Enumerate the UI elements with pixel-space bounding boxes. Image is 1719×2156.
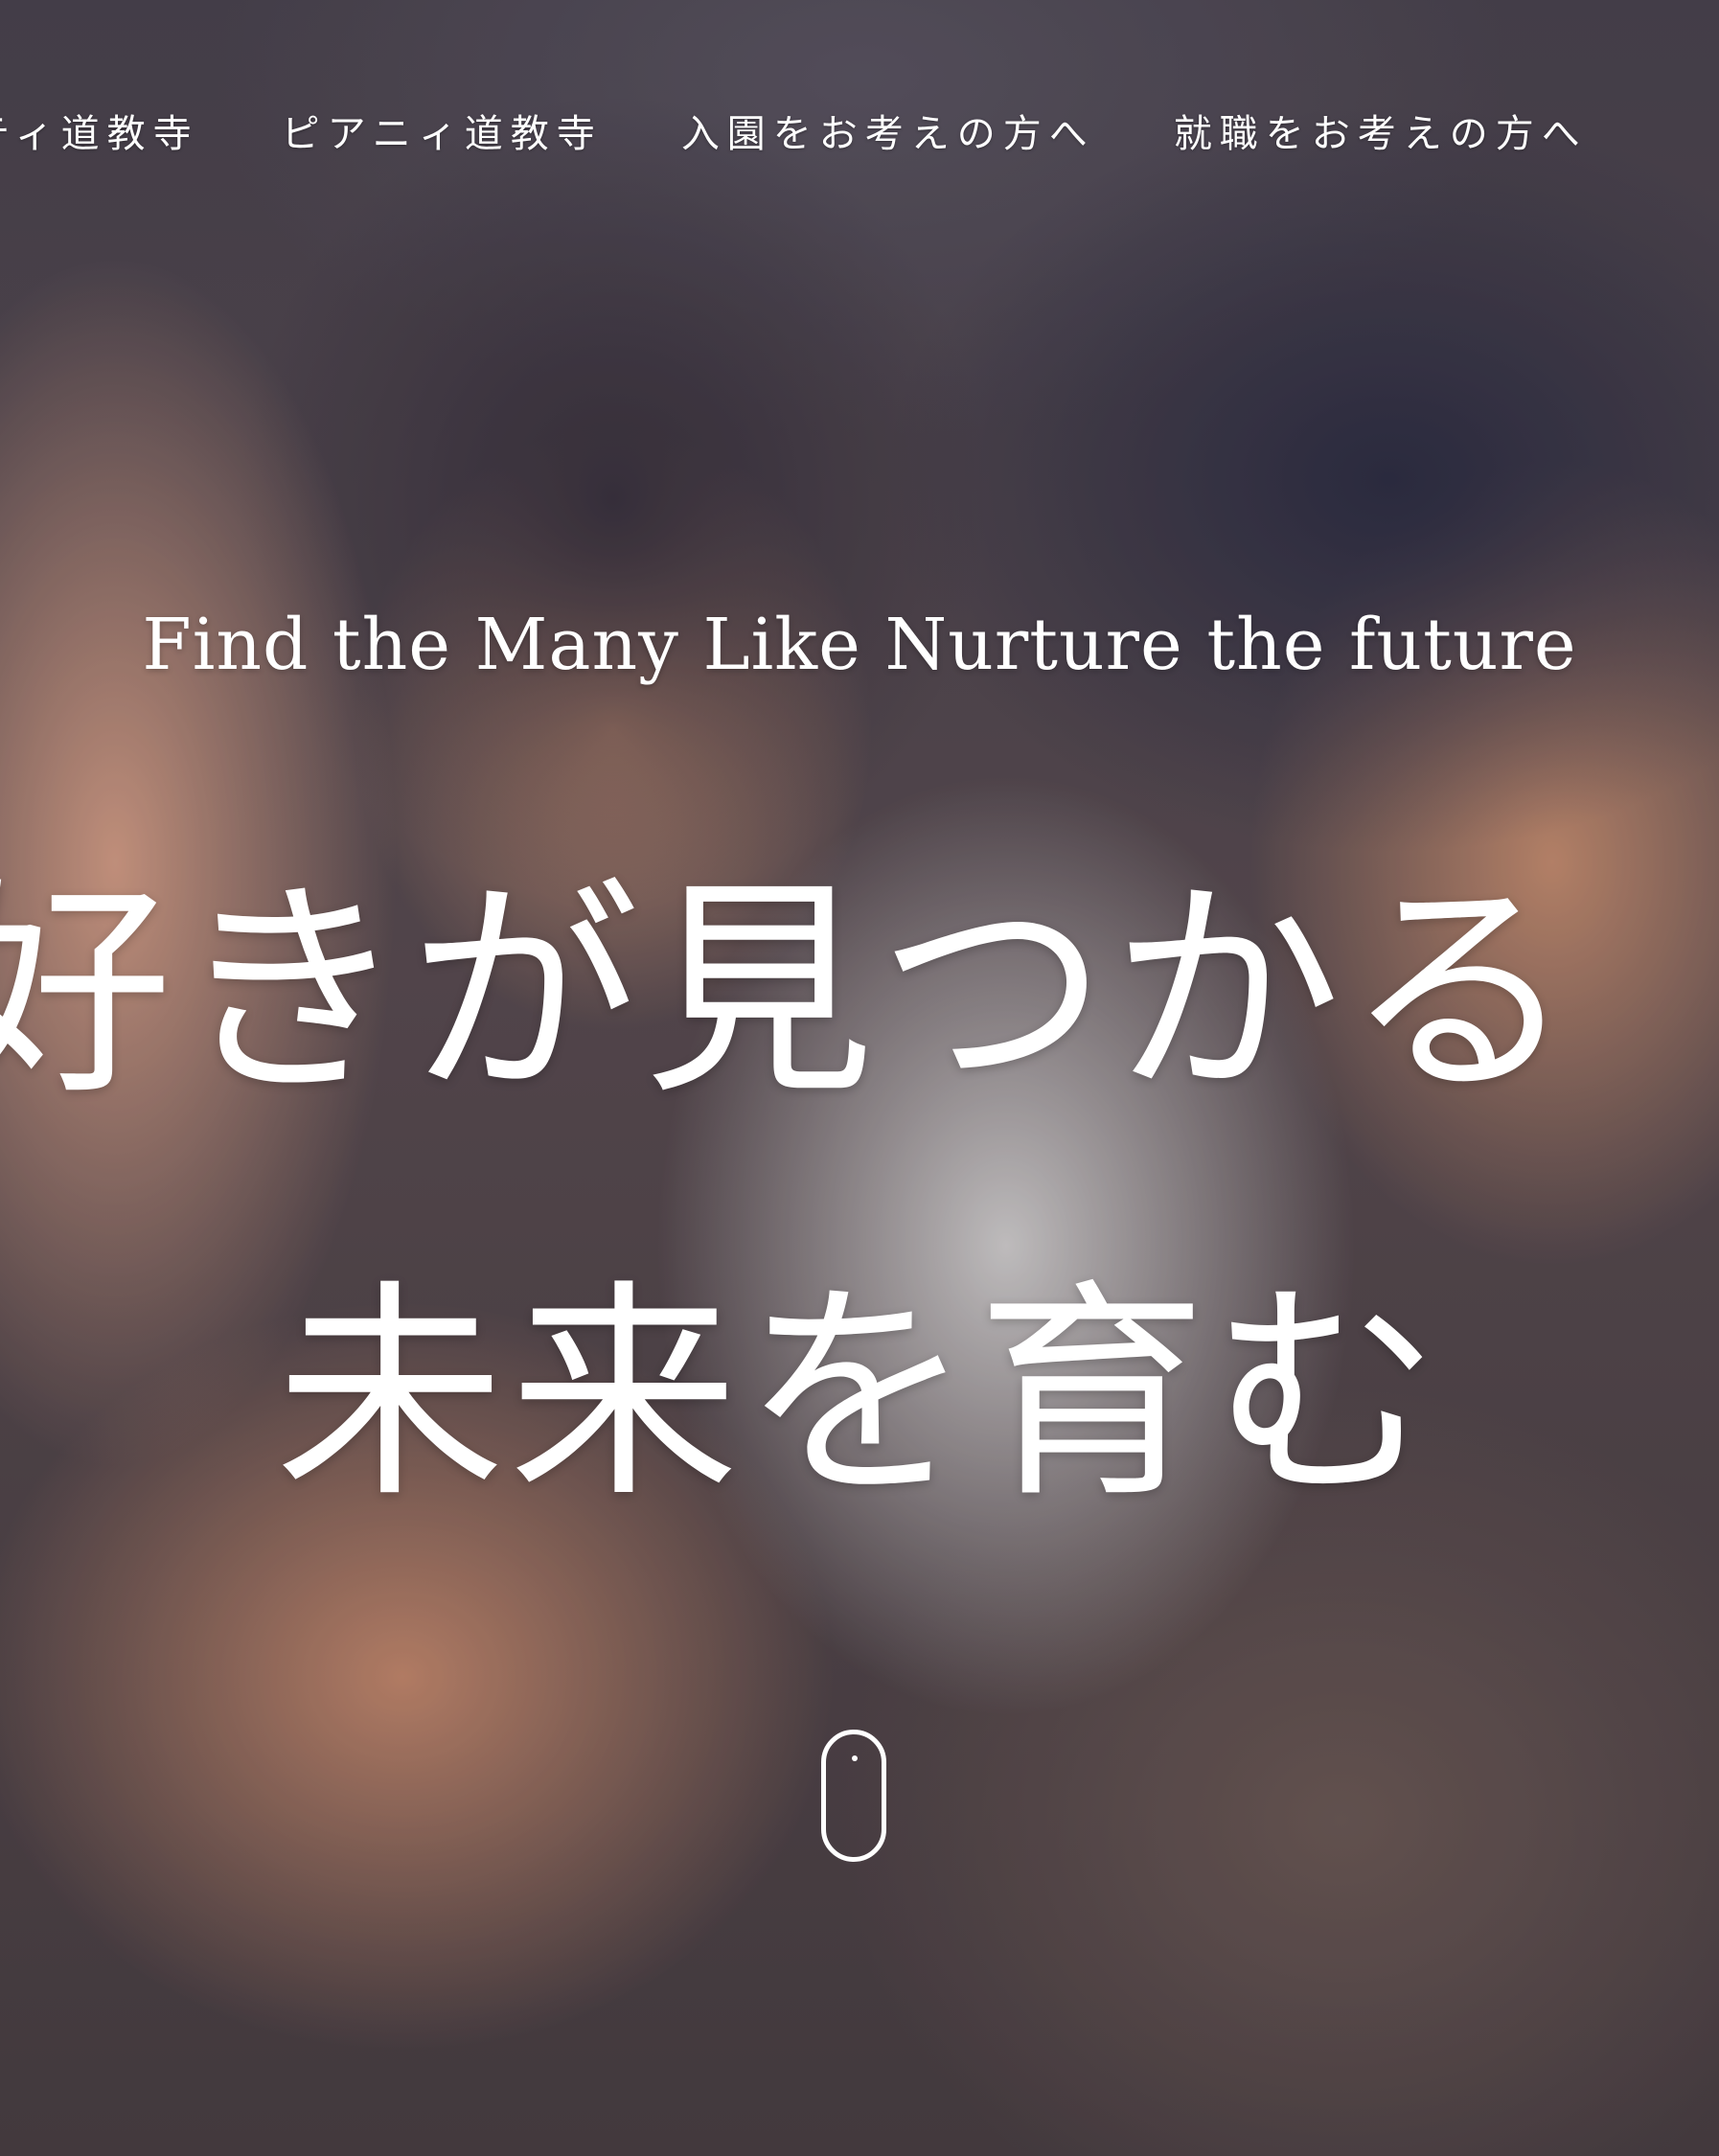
hero-tagline: Find the Many Like Nurture the future [142,604,1577,686]
nav-link-admission[interactable]: 入園をお考えの方へ [681,105,1095,163]
nav-link-piany-temple[interactable]: ピアニィ道教寺 [282,105,603,163]
nav-link-recruitment[interactable]: 就職をお考えの方へ [1174,105,1588,163]
mouse-scroll-icon[interactable] [821,1730,886,1862]
scroll-wheel-dot [852,1755,858,1761]
hero-headline-line-2: 未来を育む [274,1260,1444,1528]
top-navigation: ティ道教寺 ピアニィ道教寺 入園をお考えの方へ 就職をお考えの方へ [0,105,1666,163]
nav-link-temple-1[interactable]: ティ道教寺 [0,105,199,163]
hero-headline-line-1: 好きが見つかる [0,858,1580,1126]
